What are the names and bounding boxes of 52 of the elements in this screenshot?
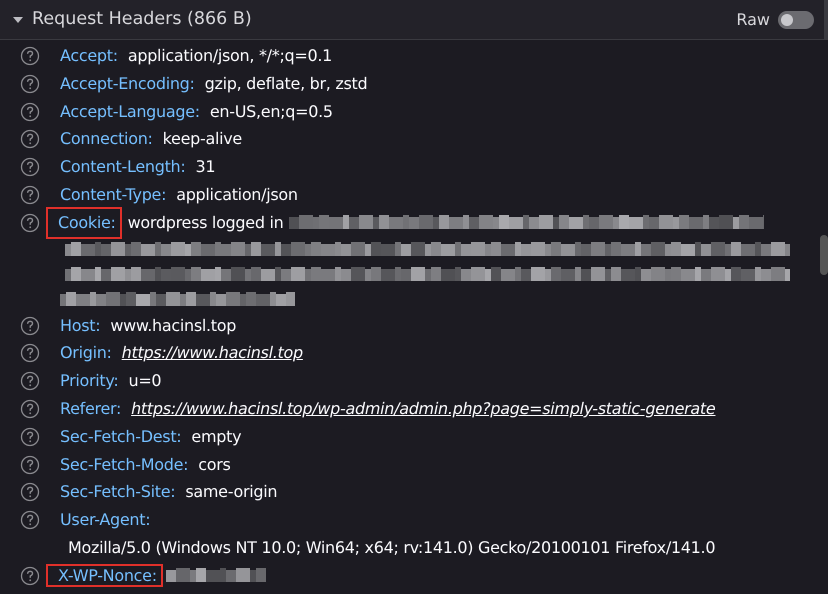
header-value: application/json, */*;q=0.1	[128, 45, 332, 67]
header-value: wordpress logged in	[128, 212, 284, 234]
help-icon[interactable]	[20, 157, 40, 178]
header-name: Host:	[59, 314, 102, 337]
help-icon[interactable]	[20, 343, 40, 364]
help-icon[interactable]	[20, 454, 40, 475]
help-icon[interactable]	[20, 316, 40, 336]
header-value: empty	[191, 426, 242, 448]
help-icon[interactable]	[20, 129, 40, 150]
header-value: en-US,en;q=0.5	[210, 100, 333, 123]
header-value: cors	[198, 454, 231, 476]
header-name: Priority:	[59, 370, 120, 392]
help-icon[interactable]	[20, 74, 40, 94]
header-link[interactable]: https://www.hacinsl.top	[122, 339, 303, 368]
header-value: keep-alive	[162, 128, 242, 150]
raw-toggle[interactable]	[778, 10, 814, 28]
header-value: 31	[196, 156, 216, 178]
help-icon[interactable]	[20, 510, 40, 530]
header-name: User-Agent:	[59, 509, 152, 532]
help-icon[interactable]	[20, 212, 40, 233]
header-name: Sec-Fetch-Dest:	[59, 426, 182, 448]
header-name: Sec-Fetch-Mode:	[59, 454, 190, 476]
header-name: Connection:	[59, 128, 154, 150]
header-name: Origin:	[59, 342, 113, 364]
header-name: Accept-Language:	[59, 100, 201, 123]
header-value: www.hacinsl.top	[110, 314, 236, 337]
help-icon[interactable]	[20, 398, 40, 419]
header-name: Accept:	[59, 45, 119, 67]
header-name: Sec-Fetch-Site:	[59, 481, 176, 504]
header-name: Cookie:	[48, 208, 120, 237]
help-icon[interactable]	[20, 46, 40, 66]
header-name: Accept-Encoding:	[59, 72, 196, 95]
caret-icon[interactable]	[12, 16, 24, 24]
help-icon[interactable]	[20, 482, 40, 502]
raw-label: Raw	[736, 8, 770, 30]
help-icon[interactable]	[20, 426, 40, 447]
header-name: X-WP-Nonce:	[48, 566, 161, 585]
header-value: application/json	[176, 184, 298, 206]
header-name: Referer:	[59, 398, 122, 420]
header-name: Content-Length:	[59, 156, 186, 178]
header-name: Content-Type:	[59, 184, 168, 206]
scrollbar-thumb[interactable]	[820, 235, 828, 275]
section-title[interactable]: Request Headers (866 B)	[32, 6, 252, 33]
help-icon[interactable]	[20, 371, 40, 392]
help-icon[interactable]	[20, 184, 40, 205]
help-icon[interactable]	[20, 566, 40, 586]
header-value: u=0	[128, 370, 162, 392]
header-link[interactable]: https://www.hacinsl.top/wp-admin/admin.php?page=simply-static-generate	[131, 394, 716, 423]
help-icon[interactable]	[20, 102, 40, 122]
header-value: gzip, deflate, br, zstd	[204, 72, 368, 95]
header-value: same-origin	[185, 481, 278, 504]
header-value: Mozilla/5.0 (Windows NT 10.0; Win64; x64; rv:141.0) Gecko/20100101 Firefox/141.0	[68, 536, 716, 559]
